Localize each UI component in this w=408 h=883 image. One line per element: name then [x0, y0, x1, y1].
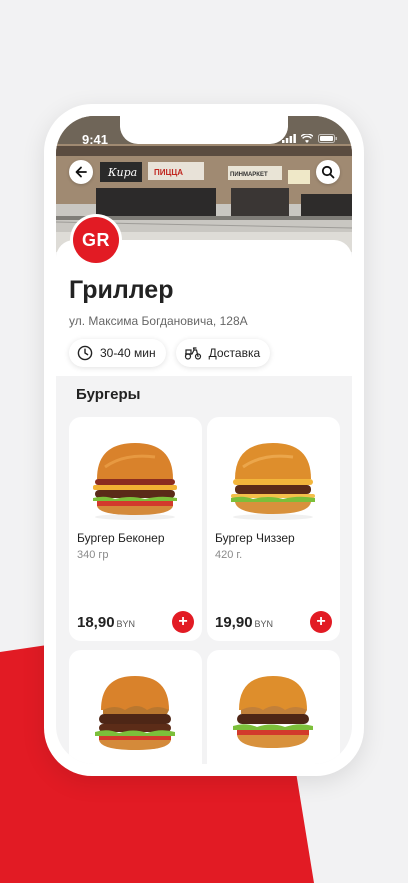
signal-icon — [282, 134, 296, 143]
hero-sign-kira: Кира — [107, 166, 137, 179]
product-name: Бургер Чиззер — [215, 531, 295, 545]
product-weight: 420 г. — [215, 549, 243, 561]
back-arrow-icon — [75, 166, 87, 178]
search-icon — [321, 165, 335, 179]
product-price: 18,90 BYN — [77, 614, 135, 631]
product-price: 19,90 BYN — [215, 614, 273, 631]
hero-sign-pizza: ПИЦЦА — [154, 168, 183, 177]
status-icons — [282, 134, 338, 143]
status-time: 9:41 — [82, 132, 109, 147]
burger-image — [231, 443, 315, 520]
price-currency: BYN — [116, 619, 136, 629]
scooter-icon — [184, 347, 201, 360]
burger-image — [95, 676, 175, 750]
back-button[interactable] — [69, 160, 93, 184]
burger-image — [233, 676, 313, 748]
delivery-time-text: 30-40 мин — [100, 346, 156, 360]
clock-icon — [77, 345, 93, 361]
menu-section-title: Бургеры — [76, 386, 141, 403]
price-value: 18,90 — [77, 614, 115, 631]
product-weight: 340 гр — [77, 549, 109, 561]
delivery-chip[interactable]: Доставка — [175, 339, 271, 367]
burger-image — [93, 443, 177, 520]
phone-notch — [120, 116, 288, 144]
app-screen: Кира ПИЦЦА ПИНМАРКЕТ 9:41 GR Гриллер ул.… — [56, 116, 352, 764]
plus-icon: + — [178, 613, 188, 630]
restaurant-logo: GR — [70, 214, 122, 266]
delivery-text: Доставка — [208, 346, 261, 360]
plus-icon: + — [316, 613, 326, 630]
restaurant-address: ул. Максима Богдановича, 128А — [69, 314, 248, 328]
product-card[interactable]: Бургер Чиззер 420 г. 19,90 BYN + — [207, 417, 340, 641]
product-card[interactable]: Бургер Беконер 340 гр 18,90 BYN + — [69, 417, 202, 641]
price-currency: BYN — [254, 619, 274, 629]
add-to-cart-button[interactable]: + — [310, 611, 332, 633]
product-card[interactable] — [69, 650, 202, 764]
battery-icon — [318, 134, 337, 143]
search-button[interactable] — [316, 160, 340, 184]
logo-text: GR — [73, 217, 119, 263]
delivery-time-chip[interactable]: 30-40 мин — [69, 339, 166, 367]
info-chips: 30-40 мин Доставка — [69, 339, 271, 367]
wifi-icon — [301, 134, 313, 143]
restaurant-name: Гриллер — [69, 276, 174, 304]
product-card[interactable] — [207, 650, 340, 764]
add-to-cart-button[interactable]: + — [172, 611, 194, 633]
phone-frame: Кира ПИЦЦА ПИНМАРКЕТ 9:41 GR Гриллер ул.… — [44, 104, 364, 776]
hero-sign-market: ПИНМАРКЕТ — [230, 172, 268, 178]
price-value: 19,90 — [215, 614, 253, 631]
product-name: Бургер Беконер — [77, 531, 165, 545]
